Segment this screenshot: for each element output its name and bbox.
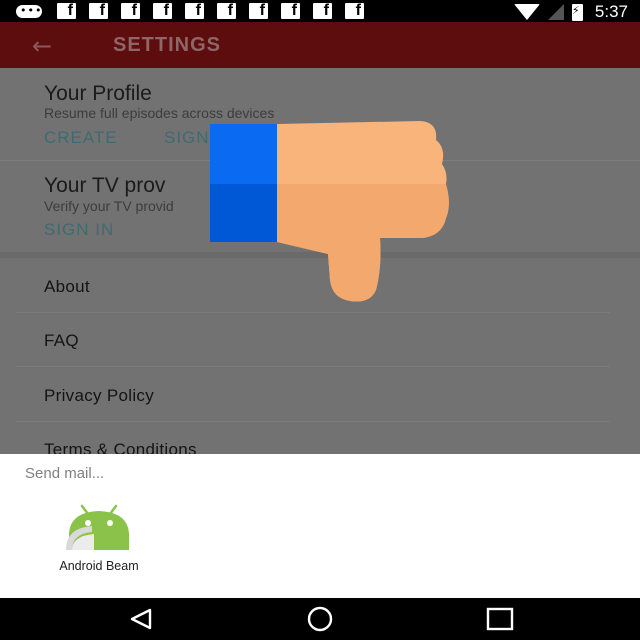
list-divider (16, 421, 610, 422)
facebook-icon (313, 2, 332, 20)
facebook-icon (249, 2, 268, 20)
facebook-icon (121, 2, 140, 20)
android-beam-icon (66, 504, 129, 550)
tv-provider-sign-in-button[interactable]: SIGN IN (44, 220, 114, 240)
page-title: SETTINGS (113, 34, 222, 56)
create-profile-button[interactable]: CREATE (44, 128, 118, 148)
facebook-icon (185, 2, 204, 20)
profile-title: Your Profile (44, 82, 152, 105)
share-sheet-title: Send mail... (25, 465, 105, 482)
list-divider (16, 366, 610, 367)
tv-provider-subtitle: Verify your TV provid (44, 198, 174, 214)
profile-sign-in-button[interactable]: SIGN (164, 128, 210, 148)
nav-home-icon[interactable] (300, 606, 340, 632)
battery-charging-icon (571, 3, 583, 21)
clock: 5:37 (594, 2, 628, 21)
app-bar: ← SETTINGS (0, 22, 640, 68)
tv-provider-title: Your TV prov (44, 174, 166, 197)
facebook-icon (345, 2, 364, 20)
menu-item-about[interactable]: About (44, 277, 90, 297)
nav-back-icon[interactable] (122, 606, 162, 632)
facebook-icon (89, 2, 108, 20)
share-target-android-beam[interactable]: Android Beam (44, 504, 154, 574)
share-sheet: Send mail... Android Beam (0, 454, 640, 598)
wifi-icon (513, 4, 540, 20)
list-divider (16, 312, 610, 313)
back-arrow-icon[interactable]: ← (32, 32, 52, 60)
status-bar: 5:37 (0, 0, 640, 22)
nav-recents-icon[interactable] (480, 606, 520, 632)
share-target-label: Android Beam (59, 559, 139, 573)
cell-signal-icon (547, 4, 564, 20)
facebook-icon (57, 2, 76, 20)
thumbs-down-icon (210, 121, 449, 302)
cast-icon (16, 3, 44, 19)
menu-item-privacy-policy[interactable]: Privacy Policy (44, 386, 154, 406)
facebook-icon (217, 2, 236, 20)
facebook-icon (153, 2, 172, 20)
facebook-icon (281, 2, 300, 20)
menu-item-faq[interactable]: FAQ (44, 331, 79, 351)
system-status: 5:37 (513, 2, 628, 22)
notification-icons (16, 2, 364, 20)
navigation-bar (0, 598, 640, 640)
